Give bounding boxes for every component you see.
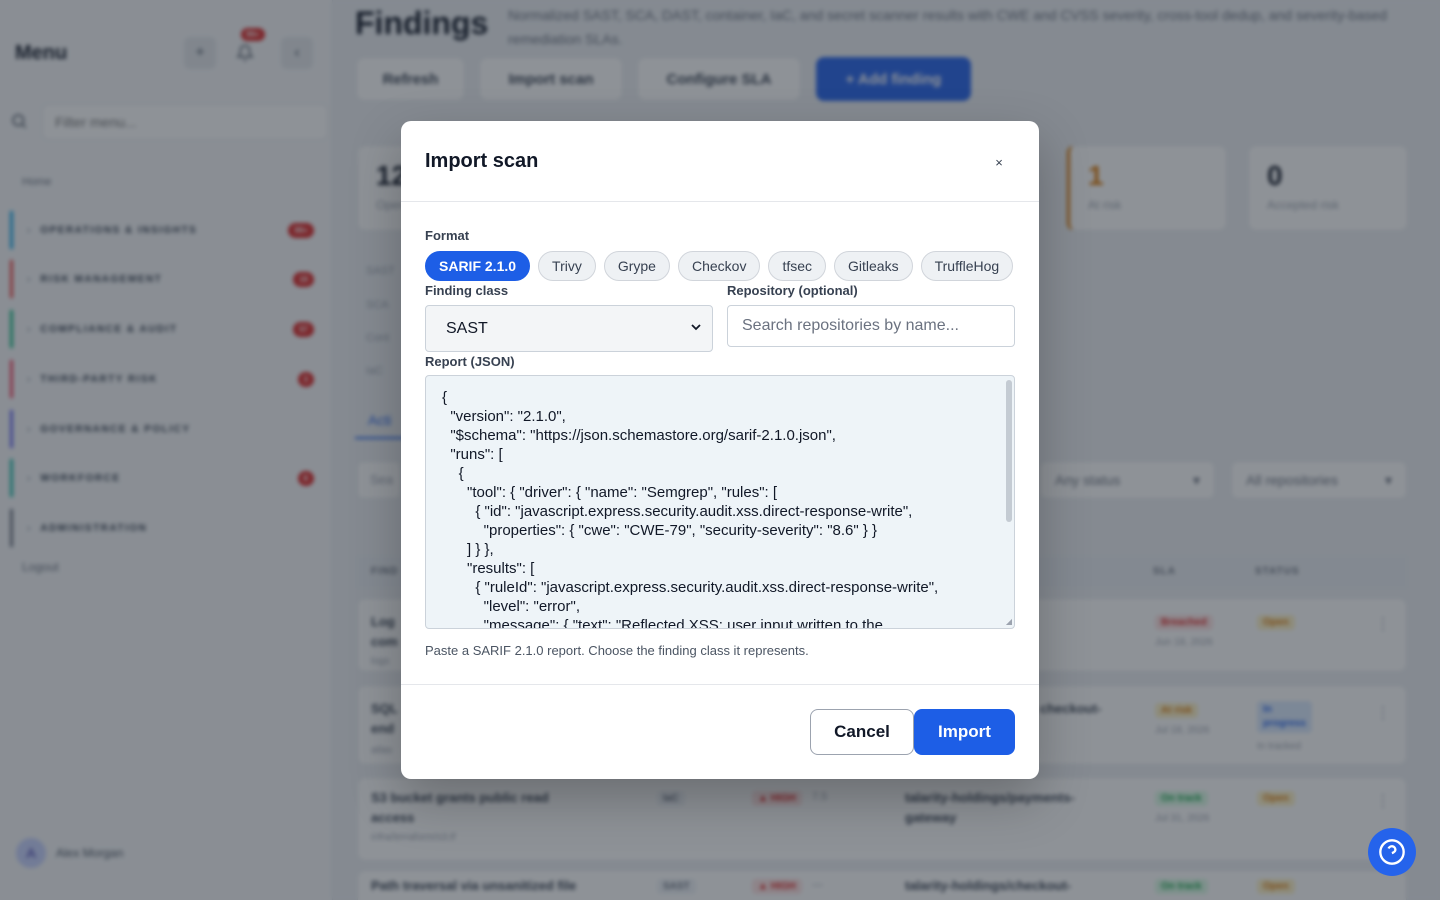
format-chip-gitleaks[interactable]: Gitleaks [834,251,913,281]
format-chip-group: SARIF 2.1.0 Trivy Grype Checkov tfsec Gi… [425,251,1014,281]
repository-label: Repository (optional) [727,283,858,298]
repository-search-input[interactable] [727,305,1015,347]
format-chip-trivy[interactable]: Trivy [538,251,596,281]
dialog-header: Import scan × [401,121,1039,202]
report-hint: Paste a SARIF 2.1.0 report. Choose the f… [425,643,809,658]
report-label: Report (JSON) [425,354,515,369]
format-chip-sarif[interactable]: SARIF 2.1.0 [425,251,531,281]
import-scan-dialog: Import scan × Format SARIF 2.1.0 Trivy G… [401,121,1039,779]
resize-handle-icon[interactable]: ◢ [1006,617,1012,626]
finding-class-select[interactable]: SAST [425,305,713,352]
dialog-title: Import scan [425,150,539,172]
chevron-down-icon [690,321,702,336]
format-chip-checkov[interactable]: Checkov [677,251,761,281]
help-icon [1379,839,1405,865]
format-chip-grype[interactable]: Grype [603,251,670,281]
import-button[interactable]: Import [914,709,1015,755]
dialog-footer: Cancel Import [401,684,1039,779]
help-button[interactable] [1368,828,1416,876]
cancel-button[interactable]: Cancel [810,709,914,755]
scrollbar-thumb[interactable] [1006,380,1012,522]
report-json-content: { "version": "2.1.0", "$schema": "https:… [442,389,939,629]
format-label: Format [425,228,470,243]
format-chip-tfsec[interactable]: tfsec [768,251,827,281]
finding-class-label: Finding class [425,283,509,298]
format-chip-trufflehog[interactable]: TruffleHog [920,251,1014,281]
finding-class-value: SAST [446,319,488,337]
close-icon[interactable]: × [989,152,1009,172]
report-json-textarea[interactable]: { "version": "2.1.0", "$schema": "https:… [425,375,1015,629]
